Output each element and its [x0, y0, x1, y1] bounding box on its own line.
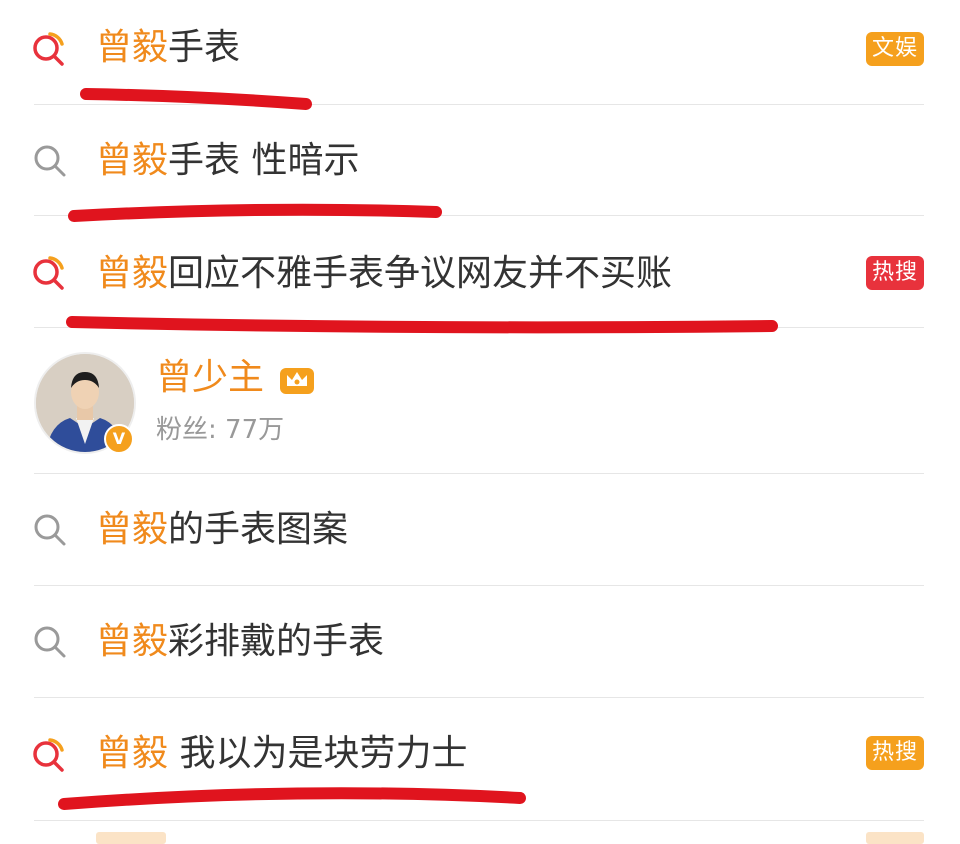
keyword-highlight: 曾毅: [96, 509, 169, 550]
suggestion-row[interactable]: 曾毅 我以为是块劳力士 热搜: [0, 698, 960, 818]
search-icon: [34, 626, 66, 658]
suggestion-row[interactable]: 曾毅回应不雅手表争议网友并不买账 热搜: [0, 216, 960, 326]
next-row-peek: [96, 832, 166, 844]
keyword-highlight: 曾毅: [96, 253, 169, 294]
search-suggestion-list: 曾毅手表 文娱 曾毅手表 性暗示 曾毅回应不雅手表争议网友并不买账 热搜 V 曾…: [0, 0, 960, 844]
search-icon: [34, 145, 66, 177]
suggestion-rest: 手表: [168, 27, 241, 68]
suggestion-text: 曾毅 我以为是块劳力士: [96, 732, 467, 776]
user-name[interactable]: 曾少主: [156, 356, 264, 400]
suggestion-text: 曾毅回应不雅手表争议网友并不买账: [96, 252, 672, 296]
user-result-row[interactable]: [0, 328, 960, 473]
hot-badge: 热搜: [866, 256, 924, 290]
suggestion-rest: 我以为是块劳力士: [168, 733, 468, 774]
hot-search-icon: [33, 256, 64, 290]
next-row-badge-peek: [866, 832, 924, 844]
suggestion-rest: 回应不雅手表争议网友并不买账: [168, 253, 673, 294]
suggestion-rest: 手表 性暗示: [168, 140, 360, 181]
suggestion-row[interactable]: 曾毅的手表图案: [0, 474, 960, 585]
suggestion-text: 曾毅手表: [96, 26, 240, 70]
fans-count: 粉丝: 77万: [156, 415, 285, 445]
suggestion-row[interactable]: 曾毅彩排戴的手表: [0, 586, 960, 697]
keyword-highlight: 曾毅: [96, 733, 169, 774]
divider: [34, 820, 924, 821]
hot-search-icon: [33, 738, 64, 772]
category-badge: 文娱: [866, 32, 924, 66]
verified-badge-icon: V: [104, 424, 134, 454]
suggestion-row[interactable]: 曾毅手表 文娱: [0, 0, 960, 104]
suggestion-rest: 的手表图案: [168, 509, 349, 550]
suggestion-text: 曾毅彩排戴的手表: [96, 620, 384, 664]
suggestion-text: 曾毅的手表图案: [96, 508, 348, 552]
keyword-highlight: 曾毅: [96, 27, 169, 68]
suggestion-row[interactable]: 曾毅手表 性暗示: [0, 105, 960, 215]
search-icon: [34, 514, 66, 546]
hot-badge: 热搜: [866, 736, 924, 770]
suggestion-text: 曾毅手表 性暗示: [96, 139, 359, 183]
crown-icon: [280, 368, 314, 394]
keyword-highlight: 曾毅: [96, 621, 169, 662]
keyword-highlight: 曾毅: [96, 140, 169, 181]
hot-search-icon: [33, 32, 64, 66]
suggestion-rest: 彩排戴的手表: [168, 621, 385, 662]
